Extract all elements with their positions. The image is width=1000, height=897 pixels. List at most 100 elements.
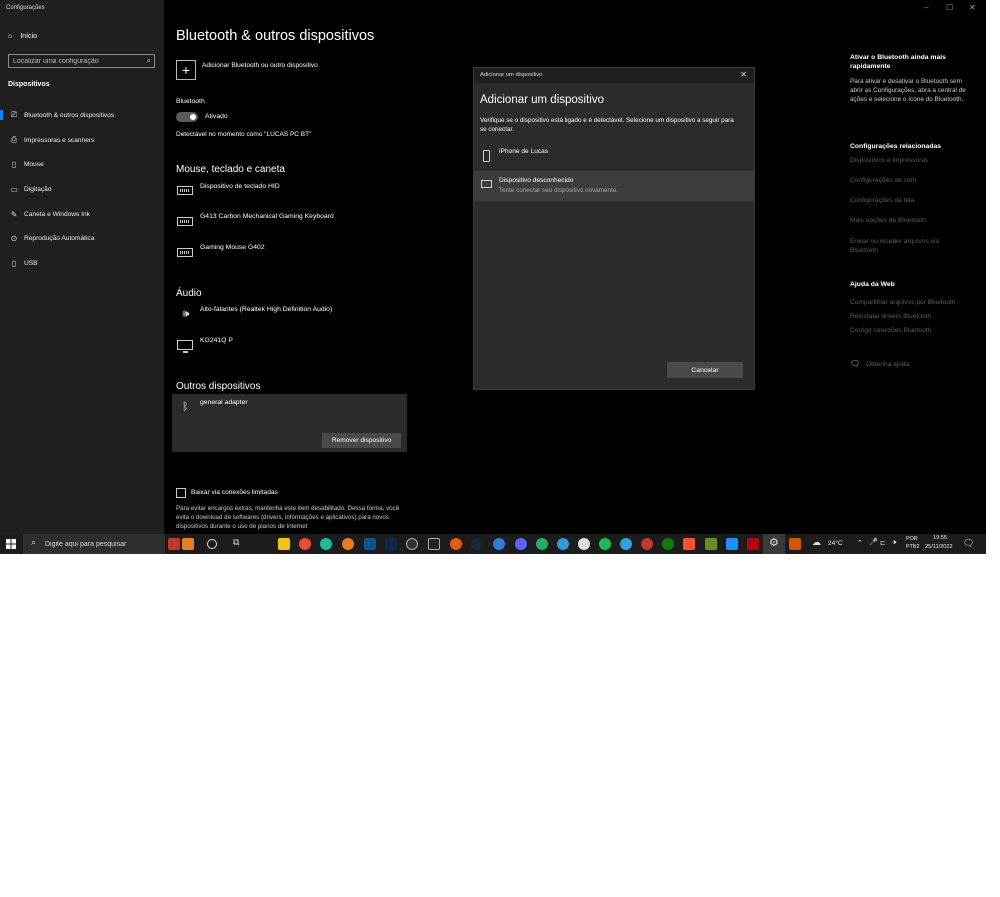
device-item[interactable]: Dispositivo de teclado HID (200, 183, 280, 190)
minimize-button[interactable]: – (924, 3, 928, 12)
file-explorer-icon[interactable] (278, 538, 290, 550)
firefox-icon[interactable] (342, 538, 354, 550)
microphone-icon[interactable]: 🎤 (869, 538, 878, 546)
phone-icon (483, 150, 490, 162)
device-item[interactable]: KG241Q P (200, 337, 233, 344)
windows-logo-icon (6, 539, 16, 549)
web-help-link[interactable]: Reinstalar drivers Bluetooth (850, 312, 931, 321)
plus-icon: + (181, 62, 191, 78)
app-icon[interactable] (641, 538, 653, 550)
dialog-device-item[interactable]: iPhone de Lucas (474, 142, 754, 172)
autoplay-icon: ⊙ (10, 233, 18, 243)
epic-games-icon[interactable] (428, 538, 440, 550)
web-help-link[interactable]: Corrigir conexões Bluetooth (850, 326, 931, 335)
app-icon[interactable] (493, 538, 505, 550)
related-link[interactable]: Configurações da tela (850, 196, 914, 205)
metered-checkbox[interactable] (176, 488, 186, 498)
related-link[interactable]: Mais opções de Bluetooth (850, 216, 926, 225)
bluetooth-icon: ᛒ (182, 401, 189, 413)
device-item[interactable]: Alto-falantes (Realtek High Definition A… (200, 306, 332, 313)
sidebar-item-usb[interactable]: ▯ USB (0, 253, 164, 273)
get-help-link[interactable]: Obtenha ajuda (866, 360, 909, 369)
device-item[interactable]: G413 Carbon Mechanical Gaming Keyboard (200, 213, 334, 220)
related-link[interactable]: Dispositivos e impressoras (850, 156, 928, 165)
maximize-button[interactable]: ☐ (946, 3, 953, 12)
sidebar-item-label: Mouse (24, 160, 44, 168)
edge-icon[interactable] (320, 538, 332, 550)
vegas-icon[interactable] (364, 538, 376, 550)
add-device-label[interactable]: Adicionar Bluetooth ou outro dispositivo (202, 62, 318, 69)
app-icon[interactable] (450, 538, 462, 550)
dialog-device-name: iPhone de Lucas (499, 148, 549, 155)
notifications-icon[interactable]: 🗨 (963, 538, 974, 549)
volume-icon[interactable]: 🕩 (892, 539, 896, 547)
photoshop-icon[interactable] (385, 538, 397, 550)
taskbar-search[interactable]: ⌕ (23, 534, 165, 554)
utorrent-icon[interactable] (536, 538, 548, 550)
weather-temp[interactable]: 24°C (828, 540, 843, 547)
search-icon[interactable]: ⌕ (147, 56, 151, 66)
dialog-titlebar-text: Adicionar um dispositivo (480, 72, 543, 78)
spotify-icon[interactable] (599, 538, 611, 550)
dialog-heading: Adicionar um dispositivo (480, 94, 605, 106)
related-link[interactable]: Configurações de som (850, 176, 916, 185)
settings-search[interactable]: ⌕ (8, 54, 155, 68)
discord-icon[interactable] (515, 538, 527, 550)
chrome-icon[interactable] (299, 538, 311, 550)
sidebar-item-bluetooth[interactable]: ⎚ Bluetooth & outros dispositivos (0, 105, 164, 125)
web-help-link[interactable]: Compartilhar arquivos por Bluetooth (850, 298, 956, 307)
steam-icon[interactable] (471, 538, 483, 550)
taskbar: ⌕ ⧉ ⚙ ☁ 24°C ⌃ 🎤 (0, 534, 986, 554)
sidebar: Configurações ⌂ Início ⌕ Dispositivos ⎚ … (0, 0, 164, 534)
cortana-icon[interactable] (207, 539, 217, 549)
minecraft-icon[interactable] (705, 538, 717, 550)
gift-icon[interactable] (168, 538, 180, 550)
sidebar-item-typing[interactable]: ▭ Digitação (0, 179, 164, 199)
keyboard-layout[interactable]: PTB2 (906, 544, 919, 550)
app-icon[interactable] (726, 538, 738, 550)
app-icon[interactable] (406, 538, 418, 550)
dialog-device-name: Dispositivo desconhecido (499, 177, 574, 184)
chevron-up-icon[interactable]: ⌃ (857, 539, 863, 547)
network-icon[interactable]: ⊏ (880, 539, 886, 547)
telegram-icon[interactable] (620, 538, 632, 550)
gift-icon[interactable] (182, 538, 194, 550)
add-device-button[interactable]: + (176, 60, 196, 80)
clock-time[interactable]: 19:55 (933, 535, 947, 541)
language-code[interactable]: POR (906, 536, 918, 542)
dialog-close-button[interactable]: ✕ (740, 70, 747, 79)
help-icon: 🗨 (850, 359, 861, 368)
netflix-icon[interactable] (747, 538, 759, 550)
sidebar-item-printers[interactable]: ⎙ Impressoras e scanners (0, 130, 164, 150)
sidebar-home[interactable]: ⌂ Início (8, 33, 37, 40)
other-device-panel[interactable]: ᛒ general adapter Remover dispositivo (172, 394, 407, 452)
brave-icon[interactable] (683, 538, 695, 550)
remove-device-button[interactable]: Remover dispositivo (322, 433, 401, 448)
app-icon[interactable] (789, 538, 801, 550)
bluetooth-toggle[interactable] (176, 112, 198, 122)
unknown-device-icon (481, 180, 492, 188)
dialog-device-item[interactable]: Dispositivo desconhecido Tente conectar … (474, 171, 754, 201)
settings-taskbar-button[interactable]: ⚙ (763, 534, 785, 554)
xbox-icon[interactable] (662, 538, 674, 550)
close-button[interactable]: ✕ (969, 3, 976, 12)
usb-icon: ▯ (11, 258, 17, 268)
cancel-button[interactable]: Cancelar (667, 362, 743, 378)
device-item[interactable]: Gaming Mouse G402 (200, 244, 265, 251)
taskbar-search-input[interactable] (45, 538, 160, 550)
app-icon[interactable] (578, 538, 590, 550)
audio-section-title: Áudio (176, 288, 202, 299)
settings-search-input[interactable] (13, 56, 138, 66)
sidebar-item-label: Digitação (24, 185, 52, 193)
start-button[interactable] (6, 539, 16, 549)
clock-date[interactable]: 25/11/2022 (925, 544, 953, 550)
sidebar-item-autoplay[interactable]: ⊙ Reprodução Automática (0, 228, 164, 248)
sidebar-item-mouse[interactable]: ▯ Mouse (0, 154, 164, 174)
related-link[interactable]: Enviar ou receber arquivos via Bluetooth (850, 237, 960, 255)
task-view-icon[interactable]: ⧉ (233, 537, 239, 548)
sidebar-item-pen[interactable]: ✎ Caneta e Windows Ink (0, 204, 164, 224)
metered-label[interactable]: Baixar via conexões limitadas (191, 489, 278, 496)
app-icon[interactable] (557, 538, 569, 550)
monitor-icon (177, 340, 193, 353)
dialog-description: Verifique se o dispositivo está ligado e… (480, 117, 734, 133)
